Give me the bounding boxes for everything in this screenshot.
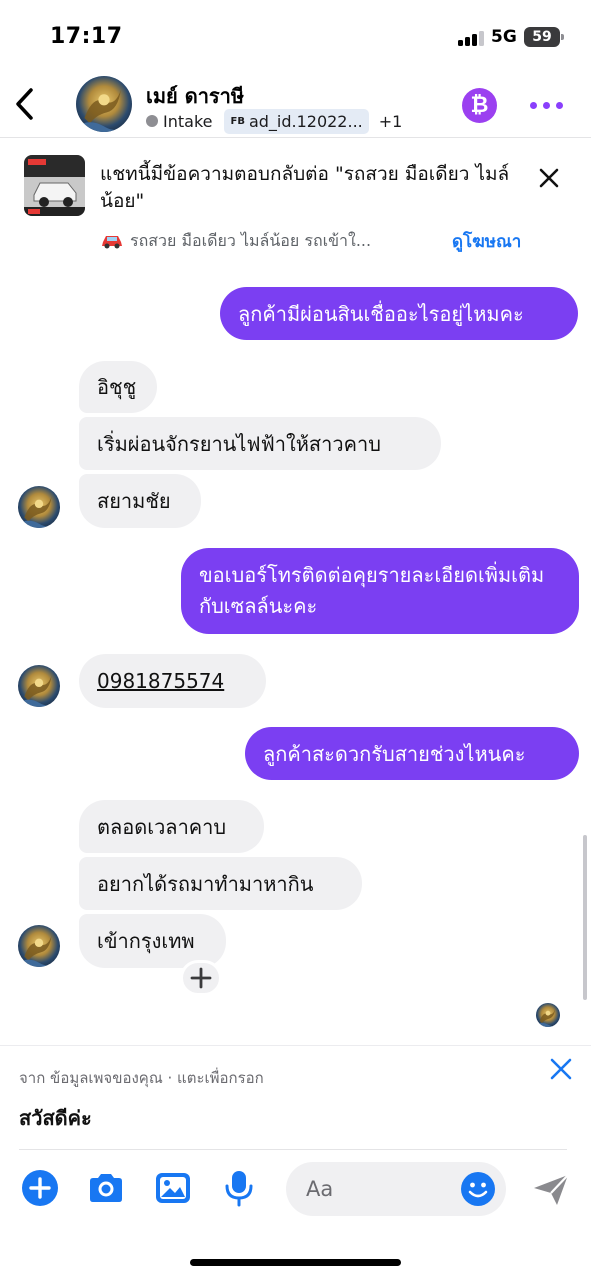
car-icon (102, 236, 122, 249)
suggestion-close-button[interactable] (546, 1054, 576, 1084)
contact-avatar[interactable] (18, 665, 60, 707)
send-button[interactable] (531, 1172, 571, 1208)
label-chip[interactable]: FB ad_id.12022... (224, 108, 369, 134)
plus-button[interactable] (20, 1168, 60, 1208)
read-receipt-avatar (536, 1003, 560, 1027)
message-text: ตลอดเวลาคาบ (97, 814, 227, 839)
message-text: เข้ากรุงเทพ (97, 929, 195, 953)
network-type: 5G (491, 27, 517, 47)
incoming-message[interactable]: อยากได้รถมาทำมาหากิน (79, 857, 362, 910)
view-ad-link[interactable]: ดูโฆษณา (452, 228, 521, 255)
gallery-button[interactable] (153, 1168, 193, 1208)
close-icon (550, 1058, 572, 1080)
ad-close-button[interactable] (534, 163, 564, 193)
contact-avatar[interactable] (18, 925, 60, 967)
incoming-message[interactable]: อิชุชู (79, 361, 157, 413)
ad-thumbnail[interactable] (24, 155, 85, 216)
facebook-icon: FB (230, 115, 245, 127)
close-icon (539, 168, 559, 188)
incoming-message[interactable]: เริ่มผ่อนจักรยานไฟฟ้าให้สาวคาบ (79, 417, 441, 470)
emoji-icon (461, 1172, 495, 1206)
message-text: ลูกค้าสะดวกรับสายช่วงไหนคะ (263, 741, 526, 766)
voice-button[interactable] (219, 1168, 259, 1208)
back-button[interactable] (10, 84, 42, 124)
stage-dot-icon (146, 115, 158, 127)
image-icon (156, 1173, 190, 1203)
camera-button[interactable] (86, 1168, 126, 1208)
incoming-message[interactable]: ตลอดเวลาคาบ (79, 800, 264, 853)
camera-icon (90, 1174, 122, 1202)
message-text: สยามชัย (97, 489, 171, 513)
microphone-icon (225, 1171, 253, 1207)
divider (19, 1149, 567, 1150)
message-text: อยากได้รถมาทำมาหากิน (97, 871, 314, 896)
incoming-message[interactable]: สยามชัย (79, 474, 201, 528)
scrollbar[interactable] (583, 835, 587, 1000)
ad-context-banner: แชทนี้มีข้อความตอบกลับต่อ "รถสวย มือเดีย… (0, 139, 591, 271)
chat-header: เมย์ ดาราษี Intake FB ad_id.12022... +1 … (0, 70, 591, 138)
back-arrow-icon (16, 88, 33, 120)
contact-avatar[interactable] (76, 76, 132, 132)
phone-number-link[interactable]: 0981875574 (97, 667, 224, 695)
home-indicator[interactable] (190, 1259, 401, 1266)
ad-subtitle: รถสวย มือเดียว ไมล์น้อย รถเข้าใ... (130, 230, 372, 250)
plus-icon (190, 967, 212, 989)
contact-avatar[interactable] (18, 486, 60, 528)
outgoing-message[interactable]: ลูกค้ามีผ่อนสินเชื่ออะไรอยู่ไหมคะ (220, 287, 578, 340)
status-bar: 17:17 5G 59 (0, 0, 591, 70)
message-text: ลูกค้ามีผ่อนสินเชื่ออะไรอยู่ไหมคะ (238, 301, 524, 326)
suggestion-source: จาก ข้อมูลเพจของคุณ · แตะเพื่อกรอก (19, 1069, 264, 1087)
outgoing-message[interactable]: ขอเบอร์โทรติดต่อคุยรายละเอียดเพิ่มเติมกั… (181, 548, 579, 634)
emoji-button[interactable] (460, 1171, 496, 1207)
more-icon[interactable] (530, 102, 564, 110)
status-time: 17:17 (50, 24, 123, 49)
message-input-box[interactable] (286, 1162, 506, 1216)
message-text: เริ่มผ่อนจักรยานไฟฟ้าให้สาวคาบ (97, 431, 381, 456)
contact-labels: Intake FB ad_id.12022... +1 (146, 108, 402, 134)
plus-icon (22, 1170, 58, 1206)
outgoing-message[interactable]: ลูกค้าสะดวกรับสายช่วงไหนคะ (245, 727, 579, 780)
suggested-reply-panel: จาก ข้อมูลเพจของคุณ · แตะเพื่อกรอก สวัสด… (0, 1045, 591, 1151)
message-input[interactable] (306, 1172, 456, 1206)
ad-reply-title: แชทนี้มีข้อความตอบกลับต่อ "รถสวย มือเดีย… (100, 163, 510, 212)
ad-sub-row: รถสวย มือเดียว ไมล์น้อย รถเข้าใ... ดูโฆษ… (100, 227, 521, 255)
message-composer (0, 1152, 591, 1232)
send-icon (534, 1174, 569, 1205)
message-text: อิชุชู (97, 375, 137, 399)
stage-label[interactable]: Intake (163, 112, 212, 131)
add-reaction-button[interactable] (180, 960, 222, 996)
signal-icon (458, 30, 486, 46)
extra-labels-count[interactable]: +1 (379, 112, 403, 131)
battery-icon: 59 (524, 27, 564, 47)
bitcoin-icon[interactable]: ₿ (462, 88, 497, 123)
label-chip-text: ad_id.12022... (248, 111, 363, 131)
suggested-reply[interactable]: สวัสดีค่ะ (19, 1102, 92, 1134)
incoming-message[interactable]: 0981875574 (79, 654, 266, 708)
message-text: ขอเบอร์โทรติดต่อคุยรายละเอียดเพิ่มเติมกั… (199, 563, 545, 618)
